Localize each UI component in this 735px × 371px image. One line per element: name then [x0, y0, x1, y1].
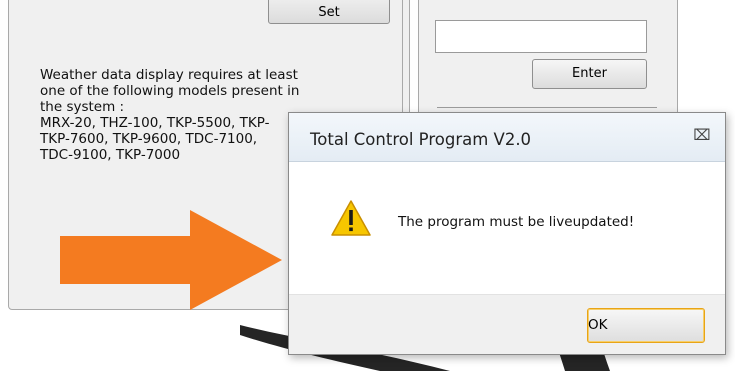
dialog-message: The program must be liveupdated! — [398, 214, 635, 230]
ok-button[interactable]: OK — [587, 308, 705, 343]
screenshot-stage: Set Weather data display requires at lea… — [0, 0, 735, 371]
warning-icon — [331, 200, 371, 236]
dialog-body: The program must be liveupdated! — [289, 162, 725, 296]
dialog-title: Total Control Program V2.0 — [310, 130, 532, 149]
dialog-footer: OK — [289, 294, 725, 354]
close-icon[interactable]: ⌧ — [693, 127, 711, 143]
message-dialog: Total Control Program V2.0 ⌧ The program… — [288, 112, 726, 355]
dialog-titlebar[interactable]: Total Control Program V2.0 ⌧ — [289, 113, 725, 162]
